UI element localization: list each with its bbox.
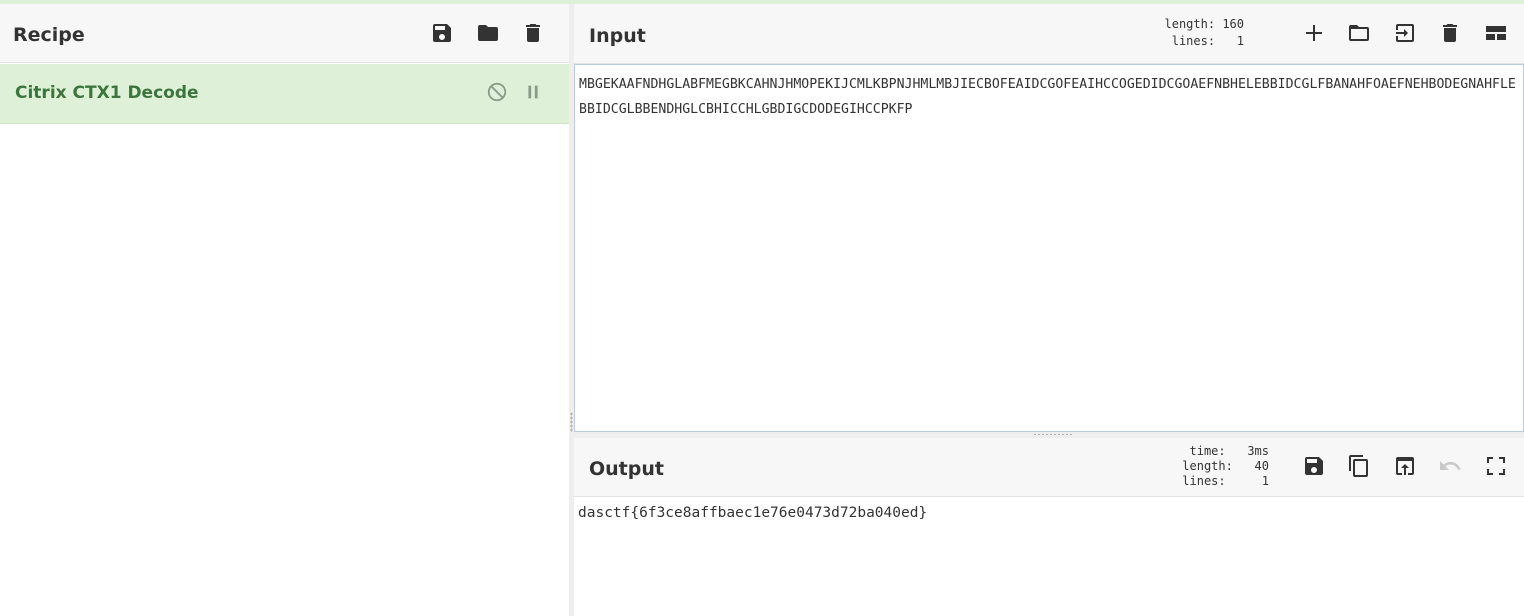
input-length-row: length: 160 <box>1158 16 1245 33</box>
copy-icon <box>1349 455 1368 477</box>
output-stats: time: 3ms length: 40 lines: 1 <box>1169 444 1269 489</box>
folder-icon <box>478 25 498 41</box>
output-text[interactable]: dasctf{6f3ce8affbaec1e76e0473d72ba040ed} <box>574 497 1524 616</box>
maximise-output-button[interactable] <box>1481 451 1511 481</box>
replace-input-button[interactable] <box>1390 451 1420 481</box>
output-title: Output <box>589 458 664 480</box>
input-stats: length: 160 lines: 1 <box>1158 16 1245 50</box>
breakpoint-button[interactable] <box>521 80 545 104</box>
output-time-value: 3ms <box>1247 444 1269 458</box>
undo-icon <box>1440 461 1461 470</box>
recipe-title: Recipe <box>13 24 85 46</box>
output-lines-row: lines: 1 <box>1169 474 1269 489</box>
output-length-row: length: 40 <box>1169 459 1269 474</box>
disable-operation-button[interactable] <box>485 80 509 104</box>
open-input-file-button[interactable] <box>1344 18 1374 48</box>
input-lines-value: 1 <box>1236 34 1244 48</box>
output-pane: Output time: 3ms length: 40 lines: 1 das… <box>574 438 1524 616</box>
recipe-pane: Recipe Citrix CTX1 Decode <box>0 4 569 616</box>
input-lines-label: lines: <box>1171 34 1216 48</box>
save-icon <box>433 24 451 42</box>
output-time-label: time: <box>1189 444 1226 458</box>
layout-icon <box>1486 26 1506 40</box>
input-textarea[interactable]: MBGEKAAFNDHGLABFMEGBKCAHNJHMOPEKIJCMLKBP… <box>574 64 1524 432</box>
open-input-folder-button[interactable] <box>1390 18 1420 48</box>
disable-icon <box>487 82 507 102</box>
input-length-value: 160 <box>1222 17 1244 31</box>
output-length-label: length: <box>1182 459 1233 473</box>
load-recipe-button[interactable] <box>473 18 503 48</box>
vertical-resizer-grip <box>570 412 573 432</box>
clear-input-button[interactable] <box>1435 18 1465 48</box>
output-time-row: time: 3ms <box>1169 444 1270 459</box>
save-recipe-button[interactable] <box>427 18 457 48</box>
input-lines-row: lines: 1 <box>1158 33 1244 50</box>
operation-name: Citrix CTX1 Decode <box>15 83 199 103</box>
reset-layout-button[interactable] <box>1481 18 1511 48</box>
maximise-icon <box>1487 457 1505 475</box>
horizontal-resizer-grip <box>1033 433 1073 436</box>
recipe-operation[interactable]: Citrix CTX1 Decode <box>0 64 569 124</box>
undo-switch-button[interactable] <box>1435 451 1465 481</box>
input-length-label: length: <box>1164 17 1216 31</box>
pause-icon <box>528 85 538 99</box>
output-lines-label: lines: <box>1182 474 1226 488</box>
recipe-header: Recipe <box>0 4 569 63</box>
move-to-input-icon <box>1396 457 1414 475</box>
input-title: Input <box>589 25 646 47</box>
plus-icon <box>1306 25 1322 41</box>
folder-icon <box>1349 25 1369 41</box>
save-icon <box>1305 457 1323 475</box>
clear-recipe-button[interactable] <box>518 18 548 48</box>
output-header: Output time: 3ms length: 40 lines: 1 <box>574 438 1524 497</box>
add-input-tab-button[interactable] <box>1299 18 1329 48</box>
trash-icon <box>526 24 540 42</box>
output-lines-value: 1 <box>1261 474 1269 488</box>
input-header: Input length: 160 lines: 1 <box>574 4 1524 64</box>
trash-icon <box>1443 24 1457 42</box>
input-pane: Input length: 160 lines: 1 MBGEKAAFNDHGL… <box>574 4 1524 432</box>
save-output-button[interactable] <box>1299 451 1329 481</box>
move-to-input-icon <box>1396 24 1414 42</box>
output-length-value: 40 <box>1254 459 1269 473</box>
copy-output-button[interactable] <box>1344 451 1374 481</box>
